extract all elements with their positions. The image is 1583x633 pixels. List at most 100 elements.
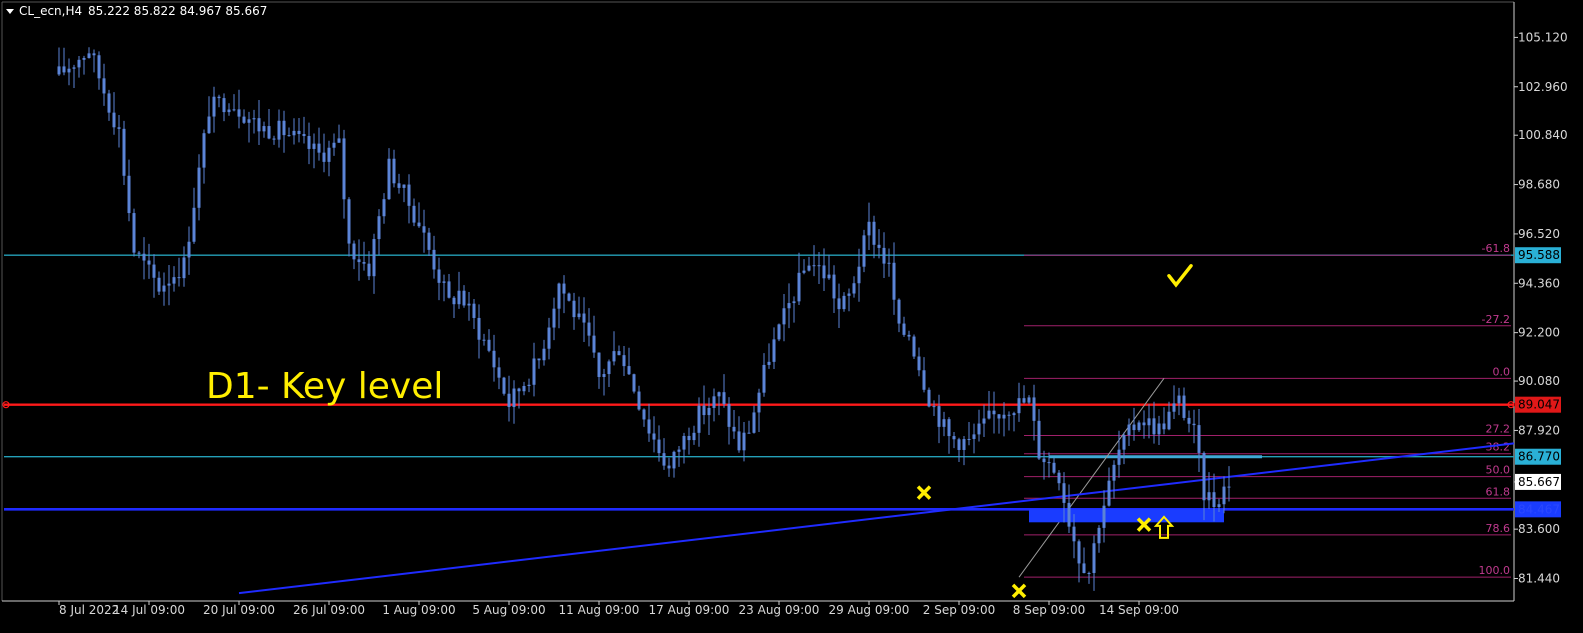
candle-body (1092, 543, 1096, 573)
x-tick-label: 29 Aug 09:00 (829, 603, 910, 617)
candle-body (192, 207, 196, 242)
candle-body (532, 358, 536, 385)
candle-body (762, 364, 766, 393)
candle-body (527, 384, 531, 386)
candle-body (587, 322, 591, 336)
candle-body (1197, 425, 1201, 453)
x-tick-label: 11 Aug 09:00 (559, 603, 640, 617)
candle-body (612, 351, 616, 362)
candle-body (697, 405, 701, 433)
y-tick-label: 81.440 (1518, 572, 1560, 586)
candle-body (867, 221, 871, 236)
candle-body (242, 116, 246, 123)
candle-body (117, 127, 121, 129)
candle-body (1112, 464, 1116, 481)
key-level-annotation: D1- Key level (206, 366, 443, 407)
candle-body (382, 199, 386, 217)
candle-body (402, 184, 406, 188)
candle-body (1037, 420, 1041, 459)
y-tick-label: 87.920 (1518, 423, 1560, 437)
candle-body (497, 367, 501, 378)
candle-body (567, 293, 571, 301)
candle-body (1222, 486, 1226, 505)
x-tick-label: 17 Aug 09:00 (649, 603, 730, 617)
fib-level-label: 100.0 (1479, 564, 1511, 577)
candle-body (352, 243, 356, 260)
candle-body (92, 53, 96, 56)
candle-body (442, 281, 446, 283)
candle-body (767, 361, 771, 365)
candle-body (342, 138, 346, 200)
x-tick-label: 5 Aug 09:00 (472, 603, 545, 617)
candle-body (582, 313, 586, 323)
candle-body (62, 66, 66, 73)
candle-body (592, 335, 596, 353)
candle-body (902, 323, 906, 335)
candle-body (747, 432, 751, 434)
x-tick-label: 14 Sep 09:00 (1099, 603, 1179, 617)
candle-body (1002, 414, 1006, 419)
candle-body (427, 232, 431, 250)
x-tick-label: 8 Sep 09:00 (1013, 603, 1085, 617)
ohlc-values: 85.222 85.822 84.967 85.667 (88, 4, 267, 18)
candle-body (132, 213, 136, 253)
candle-body (942, 419, 946, 427)
candle-body (407, 184, 411, 206)
price-chart[interactable]: -61.8 -27.2 0.0 27.2 38.2 50.0 61.8 78.6 100.0 1… (0, 0, 1583, 629)
candle-body (327, 147, 331, 162)
candle-body (512, 388, 516, 408)
candle-body (482, 339, 486, 341)
candle-body (282, 120, 286, 136)
candle-body (267, 126, 271, 139)
candle-body (152, 264, 156, 278)
candle-body (317, 143, 321, 153)
x-tick-label: 20 Jul 09:00 (203, 603, 275, 617)
candle-body (842, 295, 846, 310)
candle-body (657, 439, 661, 454)
candle-body (1137, 422, 1141, 431)
candle-body (212, 96, 216, 117)
candle-body (157, 277, 161, 292)
candle-body (907, 334, 911, 337)
candle-body (397, 183, 401, 188)
y-tick-label: 98.680 (1518, 178, 1560, 192)
candle-body (1012, 413, 1016, 416)
candle-body (1207, 492, 1211, 501)
candle-body (597, 352, 601, 377)
candle-body (692, 432, 696, 441)
candle-body (932, 406, 936, 408)
candle-body (82, 57, 86, 60)
candle-body (1132, 424, 1136, 431)
candle-body (927, 389, 931, 407)
candle-body (967, 438, 971, 440)
chart-canvas[interactable]: -61.8-27.20.027.238.250.061.878.6100.0 1… (0, 0, 1583, 629)
candle-body (947, 419, 951, 437)
candle-body (1062, 483, 1066, 503)
candle-body (617, 351, 621, 356)
candle-body (1042, 458, 1046, 463)
y-tick-label: 105.120 (1518, 30, 1568, 44)
candle-body (177, 277, 181, 279)
candle-body (447, 281, 451, 298)
last-price-badge: 85.667 (1518, 475, 1560, 489)
candle-body (412, 205, 416, 223)
candle-body (107, 93, 111, 113)
candle-body (557, 283, 561, 309)
candle-body (552, 308, 556, 328)
x-tick-label: 14 Jul 09:00 (113, 603, 185, 617)
candle-body (887, 262, 891, 264)
candle-body (972, 434, 976, 439)
candle-body (727, 404, 731, 427)
candle-body (877, 244, 881, 248)
candle-body (1052, 462, 1056, 473)
candle-body (207, 116, 211, 134)
candle-body (802, 270, 806, 273)
candle-body (677, 449, 681, 452)
candle-body (987, 410, 991, 419)
candle-body (752, 412, 756, 433)
candle-body (757, 392, 761, 413)
candle-body (732, 426, 736, 432)
candle-body (277, 120, 281, 140)
candle-body (247, 119, 251, 123)
candle-body (437, 269, 441, 283)
